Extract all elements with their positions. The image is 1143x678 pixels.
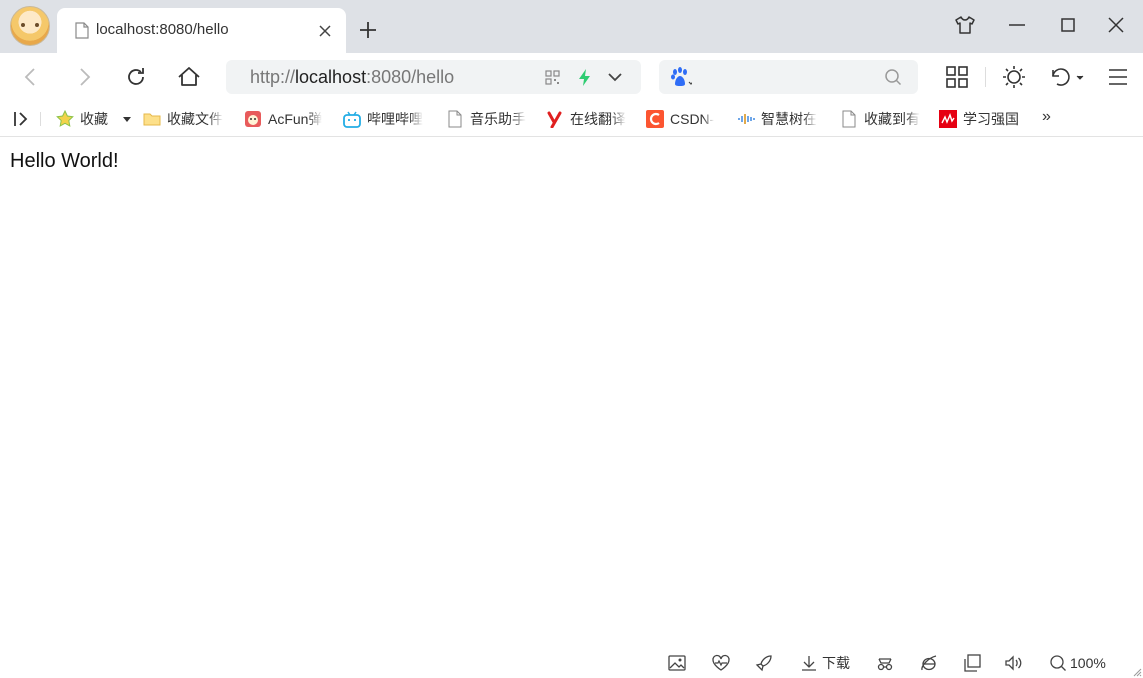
reload-icon[interactable] <box>124 65 148 89</box>
minimize-icon[interactable] <box>1006 14 1028 36</box>
download-button[interactable]: 下载 <box>800 653 850 673</box>
health-icon[interactable] <box>712 653 730 673</box>
bookmarks-overflow-button[interactable]: » <box>1042 108 1051 126</box>
toolbar-divider <box>985 67 986 87</box>
title-bar: localhost:8080/hello <box>0 0 1143 53</box>
tab-title: localhost:8080/hello <box>96 21 229 38</box>
apps-grid-icon[interactable] <box>945 65 969 89</box>
acfun-icon <box>245 111 261 127</box>
skin-icon[interactable] <box>954 14 976 36</box>
ie-mode-icon[interactable] <box>920 653 938 673</box>
close-window-icon[interactable] <box>1105 14 1127 36</box>
rocket-icon[interactable] <box>755 653 773 673</box>
zoom-icon <box>1050 655 1066 671</box>
zoom-level: 100% <box>1070 655 1106 671</box>
bookmark-music-helper[interactable]: 音乐助手 <box>446 109 530 129</box>
csdn-icon <box>646 110 664 128</box>
maximize-icon[interactable] <box>1057 14 1079 36</box>
sidebar-toggle-icon[interactable] <box>12 110 30 128</box>
home-icon[interactable] <box>177 65 201 89</box>
page-icon <box>448 110 462 128</box>
baidu-icon[interactable] <box>670 67 692 87</box>
folder-icon <box>143 113 161 126</box>
window-icon[interactable] <box>963 653 981 673</box>
new-tab-icon[interactable] <box>357 19 379 41</box>
page-text: Hello World! <box>10 150 119 172</box>
back-icon[interactable] <box>19 65 43 89</box>
download-icon <box>802 656 816 671</box>
tab-active[interactable]: localhost:8080/hello <box>57 8 346 53</box>
bookmark-folder[interactable]: 收藏文件 <box>143 109 229 129</box>
chevron-down-icon[interactable] <box>607 71 623 83</box>
download-label: 下载 <box>822 655 850 671</box>
caret-down-icon[interactable] <box>122 114 132 124</box>
url-text[interactable]: http://localhost:8080/hello <box>250 67 454 88</box>
bilibili-icon <box>343 111 361 128</box>
volume-icon[interactable] <box>1004 653 1022 673</box>
bookmarks-bar: 收藏 收藏文件 AcFun弹 哔哩哔哩 音乐助手 在线翻译 CSDN- 智慧树在… <box>0 101 1143 137</box>
undo-close-tab-icon[interactable] <box>1047 65 1087 89</box>
zoom-button[interactable]: 100% <box>1049 653 1106 673</box>
qr-code-icon[interactable] <box>545 70 560 85</box>
xuexi-icon <box>939 110 957 128</box>
bookmark-csdn[interactable]: CSDN- <box>646 109 720 129</box>
bookmark-zhihuishu[interactable]: 智慧树在 <box>737 109 823 129</box>
search-input[interactable] <box>703 66 873 88</box>
page-icon <box>842 110 856 128</box>
zhihuishu-icon <box>738 114 755 124</box>
bookmark-save-to[interactable]: 收藏到有 <box>840 109 924 129</box>
bookmarks-divider <box>40 112 41 126</box>
bookmark-xuexi[interactable]: 学习强国 <box>939 109 1031 129</box>
address-bar[interactable]: http://localhost:8080/hello <box>226 60 641 94</box>
bookmark-bilibili[interactable]: 哔哩哔哩 <box>343 109 429 129</box>
user-avatar[interactable] <box>10 6 50 46</box>
page-content: Hello World! <box>0 138 1143 678</box>
search-box[interactable] <box>659 60 918 94</box>
reader-mode-icon[interactable] <box>876 653 894 673</box>
image-icon[interactable] <box>668 653 686 673</box>
bookmark-acfun[interactable]: AcFun弹 <box>244 109 326 129</box>
page-icon <box>75 22 89 39</box>
lightning-icon[interactable] <box>578 69 592 86</box>
youdao-icon <box>547 111 562 128</box>
forward-icon[interactable] <box>72 65 96 89</box>
search-icon[interactable] <box>884 68 902 86</box>
brightness-icon[interactable] <box>1002 65 1026 89</box>
toolbar: http://localhost:8080/hello <box>0 53 1143 101</box>
resize-grip-icon[interactable] <box>1133 668 1142 677</box>
close-tab-icon[interactable] <box>317 23 333 39</box>
star-icon <box>56 110 74 127</box>
bookmark-translate[interactable]: 在线翻译 <box>546 109 632 129</box>
bookmark-favorites[interactable]: 收藏 <box>56 109 136 129</box>
menu-icon[interactable] <box>1106 65 1130 89</box>
